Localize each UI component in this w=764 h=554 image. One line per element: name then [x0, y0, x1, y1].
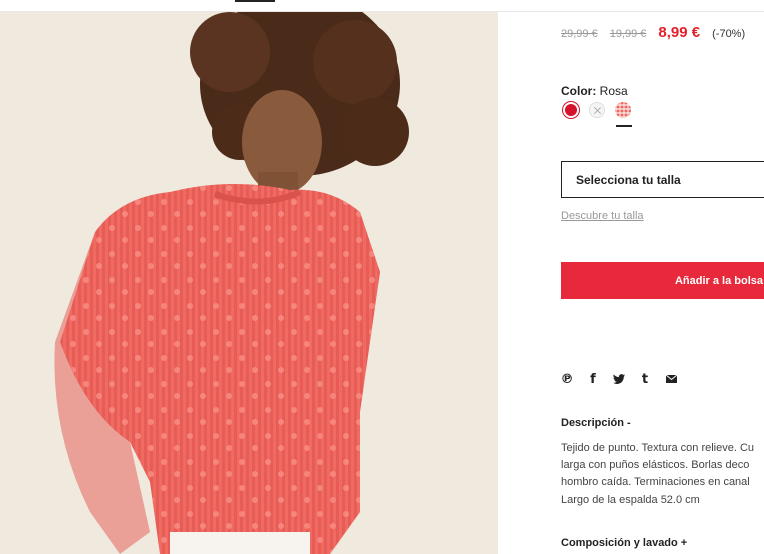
description-line: hombro caída. Terminaciones en canal — [561, 476, 750, 488]
tumblr-icon[interactable]: t — [639, 372, 651, 387]
color-selected-value: Rosa — [599, 84, 628, 98]
color-swatch-pink[interactable] — [615, 102, 631, 118]
description-text: Tejido de punto. Textura con relieve. Cu… — [561, 440, 764, 491]
color-swatches — [563, 102, 631, 118]
pinterest-icon[interactable]: ℗ — [561, 372, 574, 387]
color-label-key: Color: — [561, 84, 597, 98]
color-swatch-white-unavailable[interactable] — [589, 102, 605, 118]
add-to-bag-label: Añadir a la bolsa — [674, 274, 763, 287]
color-label: Color: Rosa — [561, 84, 628, 98]
size-guide-link[interactable]: Descubre tu talla — [561, 210, 644, 222]
email-icon[interactable] — [665, 372, 677, 386]
back-length-text: Largo de la espalda 52.0 cm — [561, 494, 700, 506]
composition-toggle[interactable]: Composición y lavado + — [561, 537, 687, 549]
description-line: Tejido de punto. Textura con relieve. Cu — [561, 442, 755, 454]
size-select-label: Selecciona tu talla — [576, 172, 681, 187]
add-to-bag-button[interactable]: Añadir a la bolsa — [561, 262, 764, 299]
original-price: 29,99 € — [561, 28, 598, 40]
product-photo-illustration — [0, 12, 498, 554]
price-block: 29,99 € 19,99 € 8,99 € (-70%) — [561, 24, 745, 41]
size-select[interactable]: Selecciona tu talla — [561, 161, 764, 198]
description-line: larga con puños elásticos. Borlas deco — [561, 459, 750, 471]
color-swatch-red[interactable] — [563, 102, 579, 118]
product-image[interactable] — [0, 12, 498, 554]
description-toggle[interactable]: Descripción - — [561, 417, 631, 429]
active-tab-indicator — [235, 0, 275, 2]
twitter-icon[interactable] — [613, 372, 625, 386]
current-price: 8,99 € — [658, 24, 701, 41]
previous-price: 19,99 € — [609, 28, 647, 40]
share-icons: ℗ f t — [561, 372, 677, 387]
selected-swatch-indicator — [616, 125, 632, 127]
facebook-icon[interactable]: f — [587, 372, 599, 387]
discount-badge: (-70%) — [712, 28, 746, 40]
